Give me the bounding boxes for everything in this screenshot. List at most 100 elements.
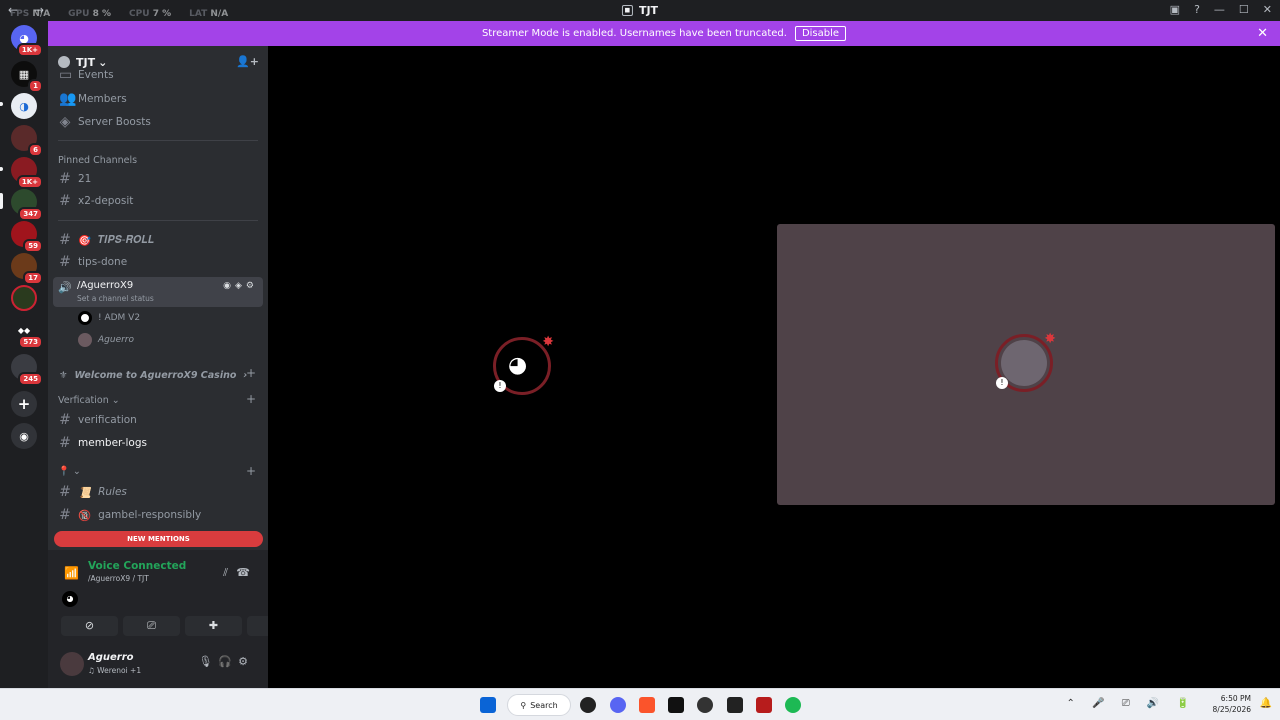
- channel-gambel-responsibly[interactable]: # 🔞 gambel-responsibly: [54, 504, 262, 526]
- divider: [58, 140, 258, 141]
- avatar-ring: ✸ !: [995, 331, 1056, 392]
- scroll-emoji-icon: 📜: [78, 486, 92, 499]
- server-icon-3[interactable]: 6: [11, 125, 43, 157]
- avatar: [78, 311, 92, 325]
- muted-icon: !: [996, 377, 1008, 389]
- hash-icon: #: [59, 171, 71, 187]
- brave-icon[interactable]: [639, 697, 655, 713]
- add-channel-icon[interactable]: +: [246, 392, 256, 406]
- screen-share-icon: ⎚: [147, 619, 156, 632]
- start-icon[interactable]: [480, 697, 496, 713]
- help-icon[interactable]: ?: [1194, 3, 1200, 16]
- camera-button[interactable]: ⊘: [61, 616, 118, 636]
- app-red-icon[interactable]: [756, 697, 772, 713]
- inbox-icon[interactable]: ▣: [1170, 3, 1180, 16]
- server-icon-8[interactable]: [11, 285, 37, 311]
- voice-channel-active[interactable]: 🔊 /AguerroX9 Set a channel status ◉◈⚙: [53, 277, 263, 307]
- server-icon-1[interactable]: ▦ 1: [11, 61, 43, 93]
- server-boosts-item[interactable]: ◈ Server Boosts: [54, 111, 262, 133]
- spotify-icon[interactable]: [785, 697, 801, 713]
- channel-tips-done[interactable]: # tips-done: [54, 251, 262, 273]
- streamer-mode-banner: Streamer Mode is enabled. Usernames have…: [48, 21, 1280, 46]
- muted-icon: !: [494, 380, 506, 392]
- server-folder-2[interactable]: 245: [11, 354, 43, 386]
- voice-user[interactable]: ! ADM V2: [78, 309, 140, 327]
- home-button[interactable]: ◕ 1K+: [11, 25, 43, 57]
- plus-icon: +: [17, 395, 31, 413]
- channel-21[interactable]: #21: [54, 168, 262, 190]
- boost-icon: ◈: [59, 114, 71, 130]
- noise-suppression-icon[interactable]: ⫽: [223, 566, 228, 580]
- pin-emoji-icon: 📍: [58, 466, 70, 477]
- unread-indicator: [0, 102, 3, 106]
- screen-share-button[interactable]: ⎚: [123, 616, 180, 636]
- channel-verification[interactable]: # verification: [54, 409, 262, 431]
- app-m-icon[interactable]: [727, 697, 743, 713]
- add-channel-icon[interactable]: +: [246, 464, 256, 478]
- discord-icon: ◕: [508, 353, 528, 378]
- taskbar-clock[interactable]: 6:50 PM 8/25/2026: [1213, 693, 1251, 715]
- unread-indicator: [0, 167, 3, 171]
- activities-button[interactable]: ✚: [185, 616, 242, 636]
- invite-icon[interactable]: 👤+: [236, 55, 259, 68]
- channel-member-logs[interactable]: # member-logs: [54, 432, 262, 454]
- server-icon-5[interactable]: 347: [11, 189, 43, 221]
- user-panel: 📶 Voice Connected /AguerroX9 / TJT ⫽ ☎ ◕…: [48, 550, 304, 688]
- microphone-icon[interactable]: 🎙: [198, 655, 218, 668]
- app-icon[interactable]: [697, 697, 713, 713]
- members-item[interactable]: 👥 Members: [54, 88, 262, 110]
- channel-status[interactable]: Set a channel status: [77, 294, 154, 303]
- emoji-icon: ⚜: [59, 369, 68, 381]
- avatar: [78, 333, 92, 347]
- spark-icon: ✸: [1044, 331, 1056, 347]
- category-welcome[interactable]: ⚜ Welcome to AguerroX9 Casino ›: [54, 364, 262, 386]
- add-channel-icon[interactable]: +: [246, 366, 256, 380]
- compass-icon: ◉: [19, 429, 29, 443]
- selected-indicator: [0, 193, 3, 209]
- voice-channel-link[interactable]: /AguerroX9 / TJT: [88, 574, 149, 583]
- participant-tile-aguerro[interactable]: ✸ !: [777, 224, 1275, 505]
- channel-tips-roll[interactable]: # 🎯 𝑻𝑰𝑷𝑺-𝑹𝑶𝑳𝑳: [54, 229, 262, 251]
- gear-icon[interactable]: ⚙: [238, 655, 254, 668]
- voice-member-avatar[interactable]: ◕: [62, 591, 78, 607]
- user-status: ♫ Werenoi +1: [88, 666, 142, 675]
- hash-icon: #: [59, 232, 71, 248]
- voice-connected-status[interactable]: Voice Connected: [88, 560, 186, 572]
- divider: [58, 220, 258, 221]
- category-verification[interactable]: Verfication ⌄: [58, 395, 120, 406]
- discord-taskbar-icon[interactable]: [610, 697, 626, 713]
- headphones-icon[interactable]: 🎧: [218, 655, 238, 668]
- disable-button[interactable]: Disable: [794, 26, 847, 41]
- avatar: ◕: [499, 343, 545, 389]
- server-folder[interactable]: ◆◆ 573: [11, 317, 43, 349]
- new-mentions-button[interactable]: NEW MENTIONS: [54, 531, 263, 547]
- app-g-icon[interactable]: [580, 697, 596, 713]
- server-icon-7[interactable]: 17: [11, 253, 43, 285]
- category-pin[interactable]: 📍 ⌄: [58, 466, 81, 477]
- voice-channel-actions[interactable]: ◉◈⚙: [223, 281, 258, 291]
- windows-taskbar: ⚲ Search ⌃ 🎤 ⎚ 🔊 🔋 6:50 PM 8/25/2026 🔔: [0, 688, 1280, 720]
- close-icon[interactable]: ✕: [1257, 26, 1268, 41]
- server-badge-icon: [58, 56, 70, 68]
- voice-user[interactable]: Aguerro: [78, 331, 134, 349]
- channel-x2-deposit[interactable]: # x2-deposit: [54, 190, 262, 212]
- maximize-button[interactable]: ☐: [1239, 3, 1249, 16]
- close-window-button[interactable]: ✕: [1263, 3, 1272, 16]
- notifications-icon[interactable]: 🔔: [1260, 698, 1272, 709]
- events-item[interactable]: ▭ Events: [54, 68, 262, 82]
- user-avatar[interactable]: [60, 652, 84, 676]
- window-titlebar: ← → FPS N/A GPU 8 % CPU 7 % LAT N/A ◼ TJ…: [0, 0, 1280, 21]
- channel-rules[interactable]: # 📜 Rules: [54, 481, 262, 503]
- app-a-icon[interactable]: [668, 697, 684, 713]
- server-icon-4[interactable]: 1K+: [11, 157, 43, 189]
- explore-button[interactable]: ◉: [11, 423, 37, 449]
- server-icon-2[interactable]: ◑: [11, 93, 37, 119]
- participant-tile-adm[interactable]: ◕ ✸ !: [493, 334, 554, 395]
- minimize-button[interactable]: —: [1214, 3, 1225, 16]
- taskbar-search[interactable]: ⚲ Search: [507, 694, 571, 716]
- system-tray[interactable]: ⌃ 🎤 ⎚ 🔊 🔋: [1067, 698, 1196, 709]
- add-server-button[interactable]: +: [11, 391, 37, 417]
- disconnect-icon[interactable]: ☎: [236, 566, 250, 579]
- server-icon-6[interactable]: 59: [11, 221, 43, 253]
- activities-icon: ✚: [208, 619, 219, 632]
